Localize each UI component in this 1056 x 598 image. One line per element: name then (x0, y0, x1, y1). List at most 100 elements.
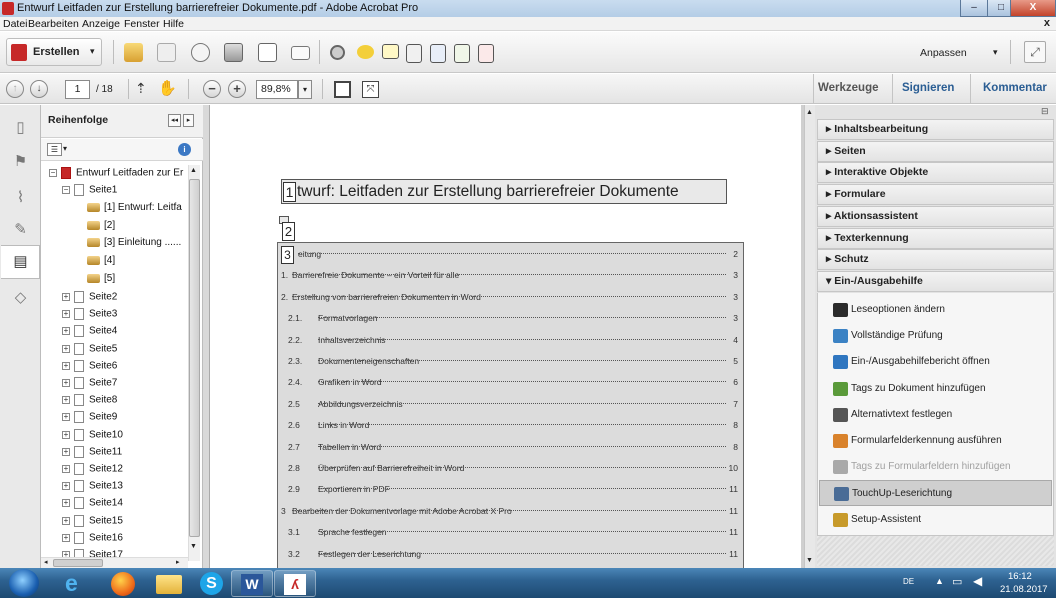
network-icon[interactable]: ▭ (952, 575, 962, 588)
scroll-right-icon[interactable]: ▸ (176, 558, 180, 566)
tree-page-item[interactable]: + Seite16 (62, 531, 123, 544)
scrollbar-thumb[interactable] (189, 179, 200, 537)
document-delete-icon[interactable] (406, 44, 422, 63)
expand-icon[interactable]: + (62, 533, 70, 542)
edit-document-icon[interactable] (258, 43, 277, 62)
accessibility-action[interactable]: Alternativtext festlegen (819, 402, 1052, 428)
expand-icon[interactable]: + (62, 293, 70, 301)
tree-page-item[interactable]: + Seite11 (62, 445, 122, 458)
collapse-icon[interactable]: − (49, 169, 57, 177)
print-icon[interactable] (224, 43, 243, 62)
email-icon[interactable] (291, 46, 310, 60)
expand-icon[interactable]: + (62, 396, 70, 405)
document-security-icon[interactable] (430, 44, 446, 63)
menu-fenster[interactable]: Fenster (124, 18, 160, 30)
accessibility-action[interactable]: Tags zu Dokument hinzufügen (819, 376, 1052, 402)
collapse-panel-icon[interactable]: ◂◂ (168, 114, 181, 127)
tree-page-item[interactable]: + Seite10 (62, 428, 123, 441)
tree-page-item[interactable]: + Seite3 (62, 308, 117, 321)
expand-icon[interactable]: + (62, 516, 70, 525)
tree-tag-item[interactable]: [1] Entwurf: Leitfa (87, 202, 182, 213)
collapse-icon[interactable]: − (62, 186, 70, 194)
info-icon[interactable]: i (178, 143, 191, 156)
options-menu-icon[interactable]: ☰ (47, 143, 62, 156)
save-icon[interactable] (157, 43, 176, 62)
tree-page-item[interactable]: + Seite13 (62, 480, 123, 493)
close-document-button[interactable]: x (1044, 17, 1050, 29)
document-export-icon[interactable] (454, 44, 470, 63)
zoom-in-icon[interactable]: + (228, 80, 246, 98)
page-thumbnails-icon[interactable]: ▯ (10, 117, 31, 138)
expand-icon[interactable]: + (62, 413, 70, 422)
bookmarks-icon[interactable]: ⚑ (10, 151, 31, 172)
signatures-icon[interactable]: ✎ (10, 219, 31, 240)
zoom-out-icon[interactable]: − (203, 80, 221, 98)
accessibility-action[interactable]: Ein-/Ausgabehilfebericht öffnen (819, 349, 1052, 375)
full-screen-icon[interactable]: ⤧ (362, 81, 379, 98)
expand-icon[interactable]: + (62, 447, 70, 456)
document-scrollbar[interactable]: ▲ ▼ (804, 105, 815, 568)
taskbar-firefox[interactable] (102, 570, 144, 597)
menu-hilfe[interactable]: Hilfe (163, 18, 184, 30)
order-panel-hscrollbar[interactable]: ◂ ▸ (41, 557, 188, 568)
menu-anzeige[interactable]: Anzeige (82, 18, 120, 30)
scroll-down-icon[interactable]: ▼ (190, 543, 197, 550)
tools-section[interactable]: ▸ Aktionsassistent (817, 205, 1054, 227)
comment-bubble-icon[interactable] (357, 45, 374, 59)
minimize-button[interactable]: – (960, 0, 988, 17)
expand-icon[interactable]: + (62, 465, 70, 473)
accessibility-action[interactable]: Formularfelderkennung ausführen (819, 428, 1052, 454)
tab-werkzeuge[interactable]: Werkzeuge (818, 82, 879, 94)
tree-page-item[interactable]: + Seite14 (62, 497, 123, 510)
document-edit-icon[interactable] (478, 44, 494, 63)
chevron-down-icon[interactable]: ▾ (63, 144, 67, 153)
close-window-button[interactable]: X (1010, 0, 1056, 17)
tree-page-item[interactable]: + Seite12 (62, 463, 123, 475)
expand-icon[interactable]: + (62, 482, 70, 491)
tree-page-item[interactable]: + Seite7 (62, 377, 117, 389)
panel-splitter[interactable] (203, 105, 210, 568)
taskbar-skype[interactable]: S (190, 570, 232, 597)
section-ein-ausgabehilfe[interactable]: ▾ Ein-/Ausgabehilfe (817, 271, 1054, 292)
tree-root[interactable]: − Entwurf Leitfaden zur Er (49, 167, 183, 179)
accessibility-action[interactable]: Leseoptionen ändern (819, 297, 1052, 323)
menu-datei[interactable]: Datei (3, 18, 28, 30)
zoom-dropdown-chevron-icon[interactable]: ▾ (298, 80, 312, 99)
accessibility-action[interactable]: Vollständige Prüfung (819, 323, 1052, 349)
tools-section[interactable]: ▸ Formulare (817, 184, 1054, 206)
expand-icon[interactable]: ⤢ (1024, 41, 1046, 63)
tools-section[interactable]: ▸ Schutz (817, 249, 1054, 271)
expand-icon[interactable]: + (62, 379, 70, 387)
fit-page-icon[interactable] (334, 81, 351, 98)
document-viewport[interactable]: 1 twurf: Leitfaden zur Erstellung barrie… (210, 105, 804, 568)
taskbar-explorer[interactable] (148, 570, 190, 597)
expand-icon[interactable]: + (62, 361, 70, 370)
clock-date[interactable]: 21.08.2017 (1000, 584, 1048, 595)
open-folder-icon[interactable] (124, 43, 143, 62)
tree-page-item[interactable]: + Seite15 (62, 514, 123, 527)
previous-page-icon[interactable]: ↑ (6, 80, 24, 98)
expand-icon[interactable]: + (62, 430, 70, 439)
expand-icon[interactable]: + (62, 327, 70, 336)
panel-menu-icon[interactable]: ▸ (183, 114, 194, 127)
tree-tag-item[interactable]: [2] (87, 220, 115, 231)
input-language[interactable]: DE (903, 577, 914, 586)
cloud-upload-icon[interactable] (191, 43, 210, 62)
panel-options-icon[interactable]: ⊟ (1041, 106, 1049, 117)
volume-icon[interactable]: ◀ (973, 574, 982, 588)
tools-section[interactable]: ▸ Interaktive Objekte (817, 162, 1054, 184)
tree-tag-item[interactable]: [4] (87, 255, 115, 266)
tree-page-item[interactable]: + Seite9 (62, 411, 117, 424)
tools-section[interactable]: ▸ Texterkennung (817, 227, 1054, 249)
accessibility-action[interactable]: Tags zu Formularfeldern hinzufügen (819, 454, 1052, 480)
hscrollbar-thumb[interactable] (53, 559, 103, 567)
clock-time[interactable]: 16:12 (1008, 571, 1032, 582)
expand-icon[interactable]: + (62, 310, 70, 319)
show-hidden-icons-icon[interactable]: ▲ (935, 576, 944, 586)
page-number-input[interactable]: 1 (65, 80, 90, 99)
tree-page-item[interactable]: + Seite4 (62, 325, 117, 338)
tags-icon[interactable]: ◇ (10, 287, 31, 308)
hand-tool-icon[interactable]: ✋ (158, 79, 177, 97)
taskbar-internet-explorer[interactable]: e (57, 570, 99, 597)
tree-tag-item[interactable]: [5] (87, 273, 115, 284)
